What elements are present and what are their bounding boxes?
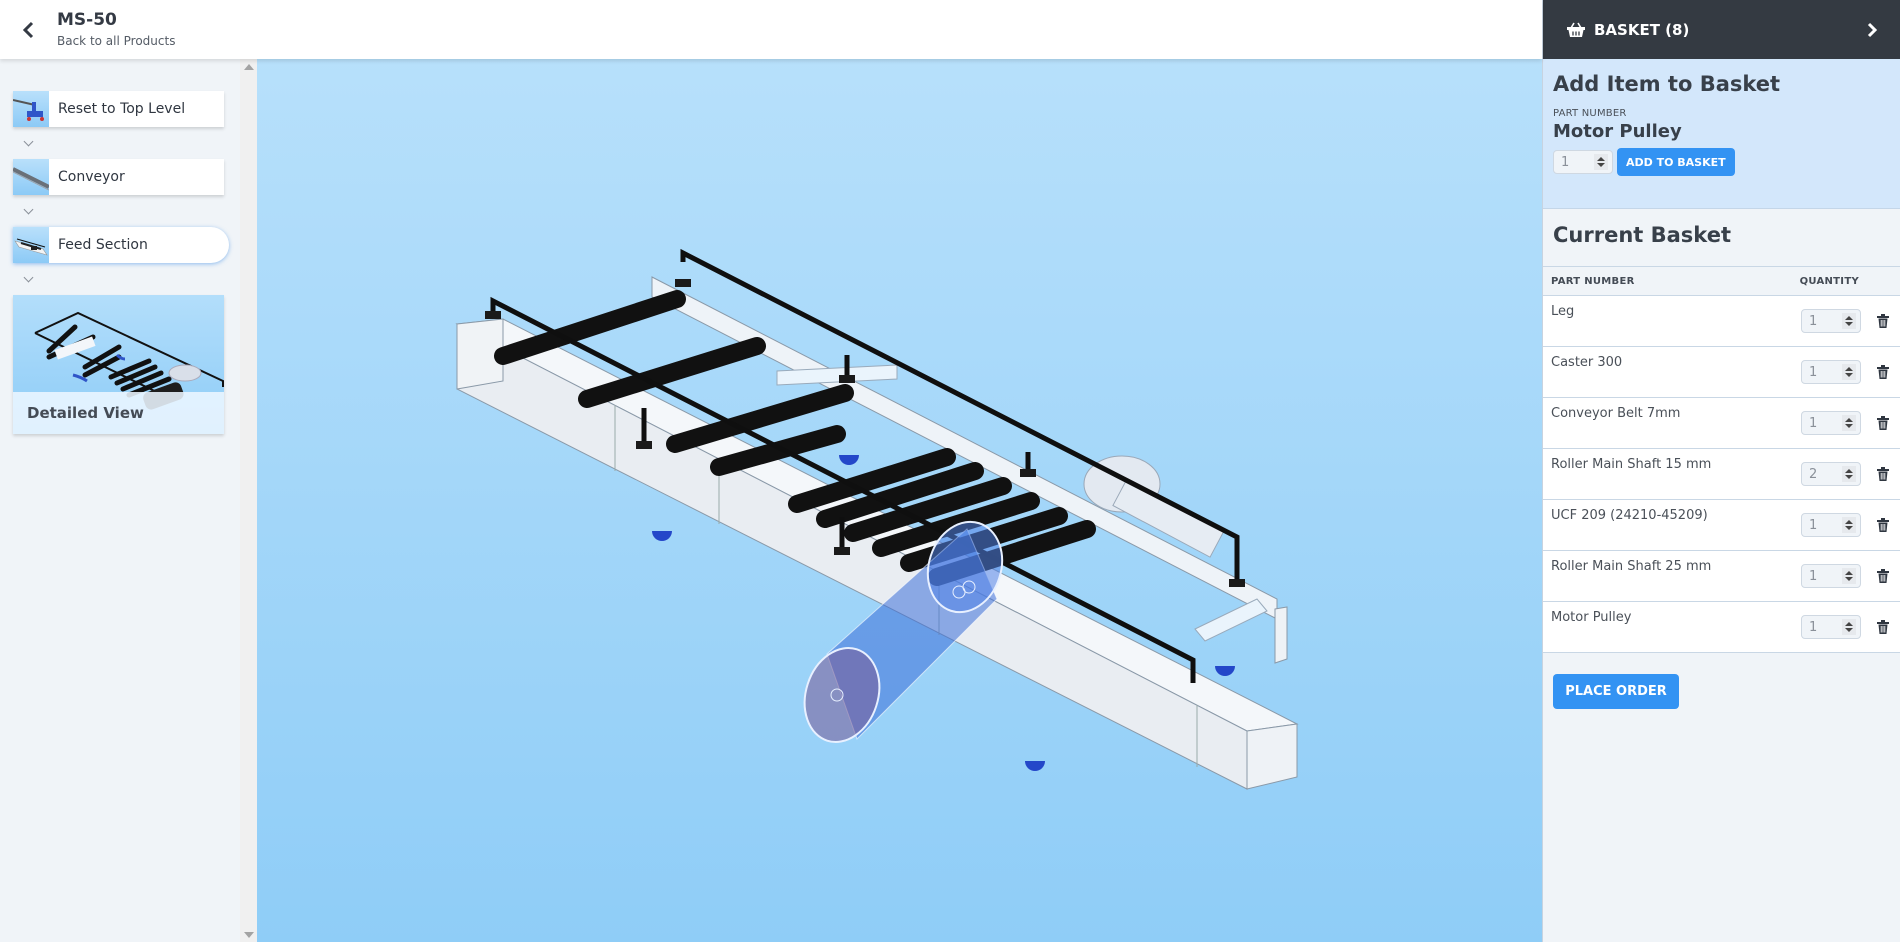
3d-model-viewport[interactable] xyxy=(257,59,1542,942)
crumb-feed-section[interactable]: Feed Section xyxy=(13,227,229,263)
quantity-value: 1 xyxy=(1809,568,1818,584)
back-to-products-link[interactable]: Back to all Products xyxy=(57,32,175,50)
product-title: MS-50 xyxy=(57,9,117,30)
scroll-down-arrow-icon[interactable] xyxy=(244,932,254,938)
quantity-stepper[interactable] xyxy=(1842,466,1856,482)
add-item-title: Add Item to Basket xyxy=(1553,72,1781,96)
scroll-up-arrow-icon[interactable] xyxy=(244,64,254,70)
row-quantity-input[interactable]: 1 xyxy=(1801,513,1861,537)
trash-icon[interactable] xyxy=(1877,467,1889,481)
top-level-thumbnail xyxy=(13,91,49,127)
place-order-button[interactable]: PLACE ORDER xyxy=(1553,674,1679,709)
chevron-right-icon[interactable] xyxy=(1866,22,1878,38)
crumb-label: Conveyor xyxy=(58,169,125,185)
table-row: Roller Main Shaft 25 mm 1 xyxy=(1543,551,1900,602)
row-quantity-input[interactable]: 1 xyxy=(1801,411,1861,435)
trash-icon[interactable] xyxy=(1877,314,1889,328)
conveyor-3d-model xyxy=(455,248,1299,790)
basket-header[interactable]: BASKET (8) xyxy=(1543,0,1900,59)
sidebar-scrollbar[interactable] xyxy=(240,59,257,942)
trash-icon[interactable] xyxy=(1877,620,1889,634)
assembly-navigator: Reset to Top Level Conveyor Feed Section xyxy=(0,59,240,942)
basket-panel: BASKET (8) Add Item to Basket PART NUMBE… xyxy=(1542,0,1900,942)
row-quantity-input[interactable]: 1 xyxy=(1801,564,1861,588)
column-part-number: PART NUMBER xyxy=(1551,275,1635,287)
basket-icon xyxy=(1567,22,1585,37)
basket-table: PART NUMBER QUANTITY Leg 1 Caster 300 1 Conv… xyxy=(1543,266,1900,653)
column-quantity: QUANTITY xyxy=(1799,275,1859,287)
detailed-view-label: Detailed View xyxy=(13,392,224,434)
quantity-value: 1 xyxy=(1809,415,1818,431)
quantity-stepper[interactable] xyxy=(1842,568,1856,584)
row-quantity-input[interactable]: 1 xyxy=(1801,360,1861,384)
crumb-label: Feed Section xyxy=(58,237,148,253)
table-row: Motor Pulley 1 xyxy=(1543,602,1900,653)
part-name: Leg xyxy=(1551,304,1575,319)
part-name: Caster 300 xyxy=(1551,355,1623,370)
quantity-value: 1 xyxy=(1561,154,1570,170)
basket-title: BASKET (8) xyxy=(1594,20,1690,39)
table-header: PART NUMBER QUANTITY xyxy=(1543,267,1900,296)
quantity-stepper[interactable] xyxy=(1842,364,1856,380)
quantity-value: 1 xyxy=(1809,517,1818,533)
table-row: Leg 1 xyxy=(1543,296,1900,347)
conveyor-thumbnail xyxy=(13,159,49,195)
chevron-down-icon xyxy=(23,204,34,215)
crumb-reset-top-level[interactable]: Reset to Top Level xyxy=(13,91,224,127)
quantity-stepper[interactable] xyxy=(1594,154,1608,170)
trash-icon[interactable] xyxy=(1877,518,1889,532)
quantity-value: 1 xyxy=(1809,364,1818,380)
part-name: UCF 209 (24210-45209) xyxy=(1551,508,1708,523)
table-row: UCF 209 (24210-45209) 1 xyxy=(1543,500,1900,551)
quantity-stepper[interactable] xyxy=(1842,619,1856,635)
feed-section-thumbnail xyxy=(13,227,49,263)
quantity-value: 1 xyxy=(1809,313,1818,329)
quantity-stepper[interactable] xyxy=(1842,517,1856,533)
quantity-value: 1 xyxy=(1809,619,1818,635)
part-name: Roller Main Shaft 15 mm xyxy=(1551,457,1712,472)
table-row: Roller Main Shaft 15 mm 2 xyxy=(1543,449,1900,500)
detailed-view-card[interactable]: Detailed View xyxy=(13,295,224,434)
chevron-down-icon xyxy=(23,272,34,283)
top-bar: MS-50 Back to all Products xyxy=(0,0,1542,59)
chevron-down-icon xyxy=(23,136,34,147)
crumb-conveyor[interactable]: Conveyor xyxy=(13,159,224,195)
row-quantity-input[interactable]: 1 xyxy=(1801,615,1861,639)
add-item-section: Add Item to Basket PART NUMBER Motor Pul… xyxy=(1543,59,1900,209)
add-to-basket-button[interactable]: ADD TO BASKET xyxy=(1617,148,1735,176)
back-button[interactable] xyxy=(0,0,56,59)
part-name: Roller Main Shaft 25 mm xyxy=(1551,559,1712,574)
quantity-value: 2 xyxy=(1809,466,1818,482)
trash-icon[interactable] xyxy=(1877,569,1889,583)
row-quantity-input[interactable]: 2 xyxy=(1801,462,1861,486)
table-row: Conveyor Belt 7mm 1 xyxy=(1543,398,1900,449)
table-row: Caster 300 1 xyxy=(1543,347,1900,398)
quantity-stepper[interactable] xyxy=(1842,415,1856,431)
chevron-left-icon xyxy=(22,21,34,38)
trash-icon[interactable] xyxy=(1877,416,1889,430)
row-quantity-input[interactable]: 1 xyxy=(1801,309,1861,333)
crumb-label: Reset to Top Level xyxy=(58,101,186,117)
quantity-stepper[interactable] xyxy=(1842,313,1856,329)
selected-part-name: Motor Pulley xyxy=(1553,121,1682,142)
part-name: Conveyor Belt 7mm xyxy=(1551,406,1681,421)
part-number-label: PART NUMBER xyxy=(1553,108,1627,119)
add-quantity-input[interactable]: 1 xyxy=(1553,150,1613,174)
current-basket-title: Current Basket xyxy=(1553,223,1731,247)
trash-icon[interactable] xyxy=(1877,365,1889,379)
part-name: Motor Pulley xyxy=(1551,610,1632,625)
